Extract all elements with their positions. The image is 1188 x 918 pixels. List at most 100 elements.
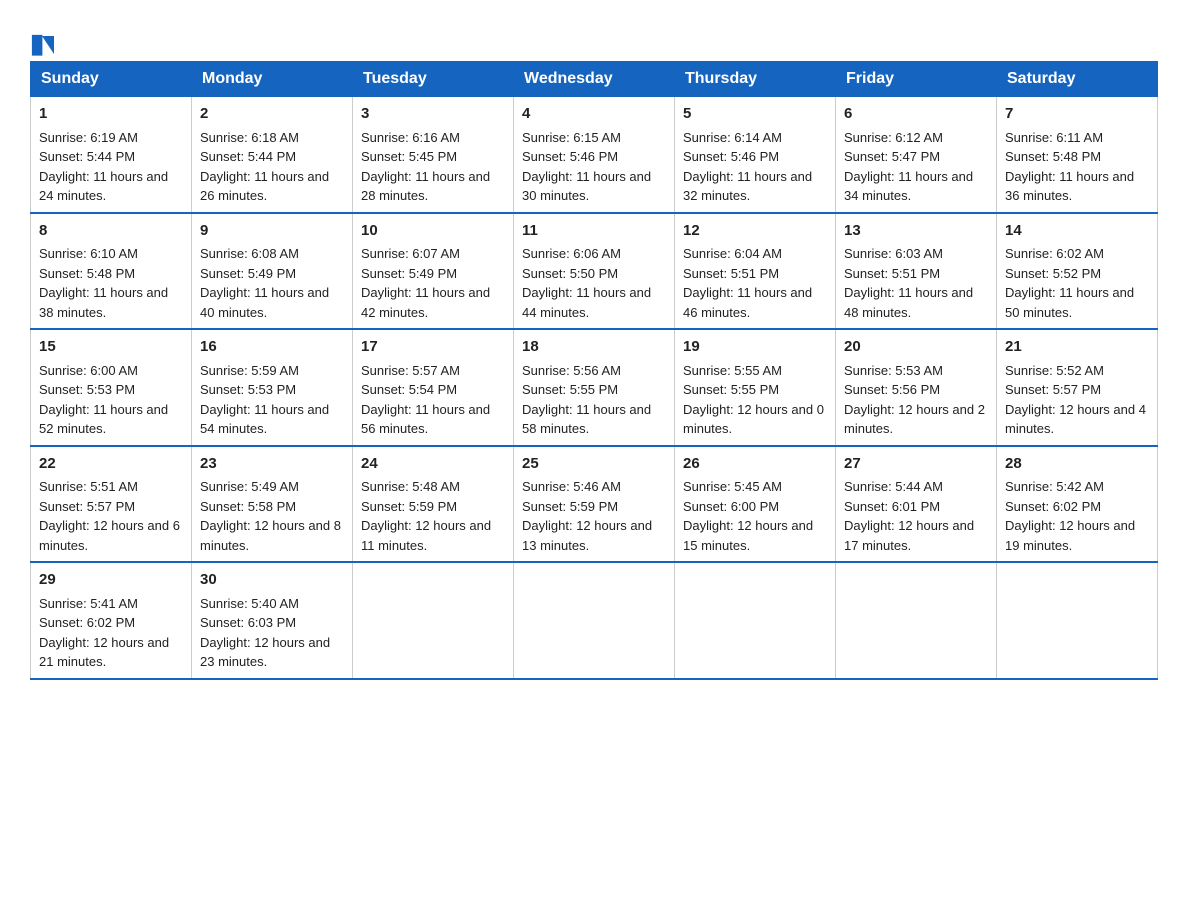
sunset-text: Sunset: 5:55 PM — [683, 382, 779, 397]
calendar-cell: 16 Sunrise: 5:59 AM Sunset: 5:53 PM Dayligh… — [192, 329, 353, 446]
sunset-text: Sunset: 6:00 PM — [683, 499, 779, 514]
day-number: 24 — [361, 453, 505, 476]
day-number: 29 — [39, 569, 183, 592]
sunrise-text: Sunrise: 5:52 AM — [1005, 363, 1104, 378]
sunrise-text: Sunrise: 6:08 AM — [200, 246, 299, 261]
calendar-cell: 13Sunrise: 6:03 AMSunset: 5:51 PMDayligh… — [836, 213, 997, 330]
calendar-cell: 15Sunrise: 6:00 AMSunset: 5:53 PMDayligh… — [31, 329, 192, 446]
calendar-cell: 5Sunrise: 6:14 AMSunset: 5:46 PMDaylight… — [675, 97, 836, 213]
sunrise-text: Sunrise: 5:56 AM — [522, 363, 621, 378]
day-number: 30 — [200, 569, 344, 592]
logo-text: ▮ — [30, 28, 54, 59]
day-number: 20 — [844, 336, 988, 359]
sunrise-text: Sunrise: 6:15 AM — [522, 130, 621, 145]
calendar-week-row: 8Sunrise: 6:10 AMSunset: 5:48 PMDaylight… — [31, 213, 1158, 330]
day-header-wednesday: Wednesday — [514, 62, 675, 97]
daylight-text: Daylight: 11 hours and 36 minutes. — [1005, 169, 1134, 204]
calendar-cell: 11Sunrise: 6:06 AMSunset: 5:50 PMDayligh… — [514, 213, 675, 330]
sunrise-text: Sunrise: 5:45 AM — [683, 479, 782, 494]
sunset-text: Sunset: 5:59 PM — [361, 499, 457, 514]
sunrise-text: Sunrise: 5:42 AM — [1005, 479, 1104, 494]
sunset-text: Sunset: 5:55 PM — [522, 382, 618, 397]
calendar-week-row: 15Sunrise: 6:00 AMSunset: 5:53 PMDayligh… — [31, 329, 1158, 446]
sunrise-text: Sunrise: 5:59 AM — [200, 363, 299, 378]
sunrise-text: Sunrise: 6:12 AM — [844, 130, 943, 145]
day-header-thursday: Thursday — [675, 62, 836, 97]
sunset-text: Sunset: 5:58 PM — [200, 499, 296, 514]
day-number: 25 — [522, 453, 666, 476]
day-number: 16 — [200, 336, 344, 359]
sunset-text: Sunset: 5:48 PM — [39, 266, 135, 281]
sunset-text: Sunset: 5:49 PM — [361, 266, 457, 281]
daylight-text: Daylight: 11 hours and 46 minutes. — [683, 285, 812, 320]
daylight-text: Daylight: 12 hours and 8 minutes. — [200, 518, 341, 553]
sunset-text: Sunset: 5:53 PM — [39, 382, 135, 397]
day-number: 17 — [361, 336, 505, 359]
daylight-text: Daylight: 11 hours and 26 minutes. — [200, 169, 329, 204]
sunrise-text: Sunrise: 6:06 AM — [522, 246, 621, 261]
day-number: 18 — [522, 336, 666, 359]
daylight-text: Daylight: 12 hours and 0 minutes. — [683, 402, 824, 437]
sunset-text: Sunset: 6:01 PM — [844, 499, 940, 514]
day-number: 1 — [39, 103, 183, 126]
day-number: 5 — [683, 103, 827, 126]
sunrise-text: Sunrise: 6:19 AM — [39, 130, 138, 145]
calendar-week-row: 1 Sunrise: 6:19 AM Sunset: 5:44 PM Daylight… — [31, 97, 1158, 213]
sunrise-text: Sunrise: 5:51 AM — [39, 479, 138, 494]
sunrise-text: Sunrise: 5:46 AM — [522, 479, 621, 494]
day-header-saturday: Saturday — [997, 62, 1158, 97]
calendar-cell: 29Sunrise: 5:41 AMSunset: 6:02 PMDayligh… — [31, 562, 192, 679]
calendar-cell — [836, 562, 997, 679]
daylight-text: Daylight: 11 hours and 58 minutes. — [522, 402, 651, 437]
day-number: 13 — [844, 220, 988, 243]
sunset-text: Sunset: 5:51 PM — [683, 266, 779, 281]
day-number: 22 — [39, 453, 183, 476]
sunset-text: Sunset: 5:44 PM — [200, 149, 296, 164]
day-number: 28 — [1005, 453, 1149, 476]
daylight-text: Daylight: 12 hours and 19 minutes. — [1005, 518, 1135, 553]
calendar-cell: 30Sunrise: 5:40 AMSunset: 6:03 PMDayligh… — [192, 562, 353, 679]
header-area: ▮ — [30, 20, 1158, 51]
calendar-cell: 17Sunrise: 5:57 AMSunset: 5:54 PMDayligh… — [353, 329, 514, 446]
sunset-text: Sunset: 5:52 PM — [1005, 266, 1101, 281]
sunset-text: Sunset: 5:53 PM — [200, 382, 296, 397]
daylight-text: Daylight: 11 hours and 34 minutes. — [844, 169, 973, 204]
calendar-header-row: SundayMondayTuesdayWednesdayThursdayFrid… — [31, 62, 1158, 97]
calendar-cell: 18 Sunrise: 5:56 AM Sunset: 5:55 PM Dayligh… — [514, 329, 675, 446]
sunset-text: Sunset: 5:44 PM — [39, 149, 135, 164]
daylight-text: Daylight: 11 hours and 32 minutes. — [683, 169, 812, 204]
daylight-text: Daylight: 12 hours and 6 minutes. — [39, 518, 180, 553]
sunset-text: Sunset: 5:45 PM — [361, 149, 457, 164]
logo-triangle-icon — [42, 36, 54, 54]
day-number: 9 — [200, 220, 344, 243]
daylight-text: Daylight: 11 hours and 48 minutes. — [844, 285, 973, 320]
daylight-text: Daylight: 11 hours and 24 minutes. — [39, 169, 168, 204]
sunrise-text: Sunrise: 6:07 AM — [361, 246, 460, 261]
day-number: 23 — [200, 453, 344, 476]
calendar-cell: 6Sunrise: 6:12 AMSunset: 5:47 PMDaylight… — [836, 97, 997, 213]
sunrise-text: Sunrise: 5:55 AM — [683, 363, 782, 378]
daylight-text: Daylight: 12 hours and 13 minutes. — [522, 518, 652, 553]
calendar-cell: 28Sunrise: 5:42 AMSunset: 6:02 PMDayligh… — [997, 446, 1158, 563]
calendar-cell: 20Sunrise: 5:53 AMSunset: 5:56 PMDayligh… — [836, 329, 997, 446]
calendar-cell: 8Sunrise: 6:10 AMSunset: 5:48 PMDaylight… — [31, 213, 192, 330]
sunset-text: Sunset: 5:56 PM — [844, 382, 940, 397]
daylight-text: Daylight: 11 hours and 28 minutes. — [361, 169, 490, 204]
daylight-text: Daylight: 11 hours and 54 minutes. — [200, 402, 329, 437]
daylight-text: Daylight: 11 hours and 52 minutes. — [39, 402, 168, 437]
day-number: 4 — [522, 103, 666, 126]
sunrise-text: Sunrise: 6:02 AM — [1005, 246, 1104, 261]
day-number: 14 — [1005, 220, 1149, 243]
day-number: 7 — [1005, 103, 1149, 126]
calendar-week-row: 22Sunrise: 5:51 AMSunset: 5:57 PMDayligh… — [31, 446, 1158, 563]
calendar-cell: 9Sunrise: 6:08 AMSunset: 5:49 PMDaylight… — [192, 213, 353, 330]
day-header-monday: Monday — [192, 62, 353, 97]
calendar-cell — [675, 562, 836, 679]
calendar-cell: 22Sunrise: 5:51 AMSunset: 5:57 PMDayligh… — [31, 446, 192, 563]
daylight-text: Daylight: 12 hours and 11 minutes. — [361, 518, 491, 553]
day-number: 10 — [361, 220, 505, 243]
daylight-text: Daylight: 11 hours and 44 minutes. — [522, 285, 651, 320]
calendar-cell: 1 Sunrise: 6:19 AM Sunset: 5:44 PM Daylight… — [31, 97, 192, 213]
daylight-text: Daylight: 11 hours and 42 minutes. — [361, 285, 490, 320]
sunrise-text: Sunrise: 6:00 AM — [39, 363, 138, 378]
